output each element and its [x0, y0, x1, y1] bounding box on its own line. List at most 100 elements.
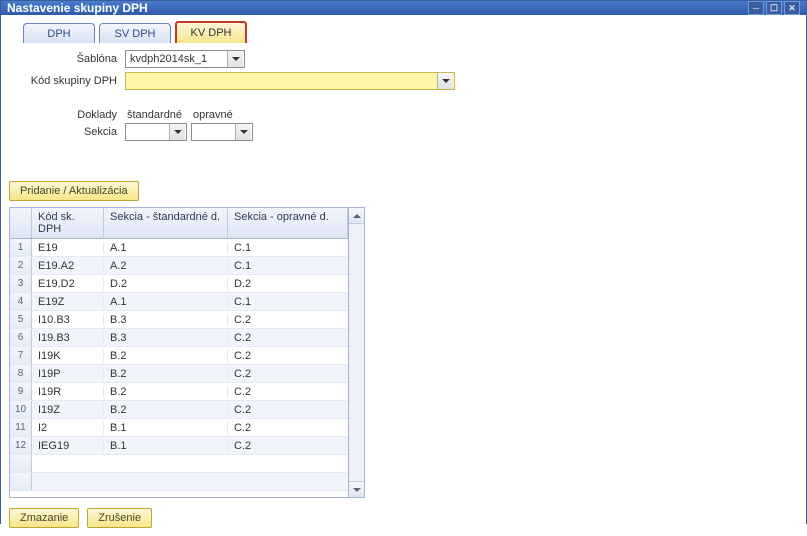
doklady-label: Doklady: [9, 109, 125, 121]
cell-opr: C.1: [228, 242, 348, 254]
cell-kod: E19Z: [32, 296, 104, 308]
minimize-button[interactable]: ─: [748, 1, 764, 15]
tab-sv-dph[interactable]: SV DPH: [99, 23, 171, 43]
cell-opr: C.2: [228, 368, 348, 380]
app-window: Nastavenie skupiny DPH ─ ☐ ✕ DPH SV DPH …: [0, 0, 807, 524]
row-number: 5: [10, 311, 32, 328]
grid-wrap: Kód sk. DPH Sekcia - štandardné d. Sekci…: [9, 207, 798, 498]
window-title: Nastavenie skupiny DPH: [7, 1, 148, 15]
table-row[interactable]: 9I19RB.2C.2: [10, 383, 348, 401]
sekcia-standardne-select[interactable]: [125, 123, 187, 141]
grid-scrollbar[interactable]: [349, 207, 365, 498]
cell-std: A.2: [104, 260, 228, 272]
cell-opr: C.1: [228, 296, 348, 308]
standardne-header: štandardné: [125, 109, 191, 121]
row-number: 10: [10, 401, 32, 418]
grid: Kód sk. DPH Sekcia - štandardné d. Sekci…: [9, 207, 349, 498]
cancel-button[interactable]: Zrušenie: [87, 508, 152, 528]
table-row[interactable]: 4E19ZA.1C.1: [10, 293, 348, 311]
cell-opr: C.2: [228, 422, 348, 434]
cell-std: B.2: [104, 404, 228, 416]
sablona-select[interactable]: kvdph2014sk_1: [125, 50, 245, 68]
table-row[interactable]: .: [10, 473, 348, 491]
button-label: Zrušenie: [98, 512, 141, 524]
grid-header-opr[interactable]: Sekcia - opravné d.: [228, 208, 348, 238]
table-row[interactable]: 10I19ZB.2C.2: [10, 401, 348, 419]
table-row[interactable]: .: [10, 455, 348, 473]
table-row[interactable]: 8I19PB.2C.2: [10, 365, 348, 383]
opravne-header: opravné: [191, 109, 257, 121]
cell-kod: I19Z: [32, 404, 104, 416]
cell-opr: C.2: [228, 440, 348, 452]
table-row[interactable]: 2E19.A2A.2C.1: [10, 257, 348, 275]
row-number: 11: [10, 419, 32, 436]
grid-header-rownum[interactable]: [10, 208, 32, 238]
row-number: 1: [10, 239, 32, 256]
cell-opr: C.2: [228, 386, 348, 398]
cell-opr: D.2: [228, 278, 348, 290]
chevron-down-icon: [227, 51, 243, 67]
cell-std: B.3: [104, 314, 228, 326]
grid-body: 1E19A.1C.12E19.A2A.2C.13E19.D2D.2D.24E19…: [10, 239, 348, 497]
cell-kod: I19P: [32, 368, 104, 380]
row-number: .: [10, 455, 32, 472]
cell-std: B.2: [104, 368, 228, 380]
grid-header: Kód sk. DPH Sekcia - štandardné d. Sekci…: [10, 208, 348, 239]
maximize-button[interactable]: ☐: [766, 1, 782, 15]
form-area: Šablóna kvdph2014sk_1 Kód skupiny DPH Do…: [9, 47, 798, 498]
kod-skupiny-label: Kód skupiny DPH: [9, 75, 125, 87]
cell-std: B.1: [104, 422, 228, 434]
cell-std: D.2: [104, 278, 228, 290]
cell-kod: I2: [32, 422, 104, 434]
scroll-down-button[interactable]: [349, 481, 364, 497]
button-label: Pridanie / Aktualizácia: [20, 185, 128, 197]
cell-kod: I19R: [32, 386, 104, 398]
chevron-down-icon: [353, 488, 361, 492]
scroll-up-button[interactable]: [349, 208, 364, 224]
grid-header-kod[interactable]: Kód sk. DPH: [32, 208, 104, 238]
cell-std: B.2: [104, 386, 228, 398]
cell-opr: C.1: [228, 260, 348, 272]
tab-dph[interactable]: DPH: [23, 23, 95, 43]
delete-button[interactable]: Zmazanie: [9, 508, 79, 528]
add-update-button[interactable]: Pridanie / Aktualizácia: [9, 181, 139, 201]
cell-std: B.1: [104, 440, 228, 452]
chevron-down-icon: [437, 73, 453, 89]
table-row[interactable]: 3E19.D2D.2D.2: [10, 275, 348, 293]
tab-label: DPH: [47, 28, 70, 40]
chevron-down-icon: [235, 124, 251, 140]
row-number: 2: [10, 257, 32, 274]
row-number: 4: [10, 293, 32, 310]
table-row[interactable]: 7I19KB.2C.2: [10, 347, 348, 365]
table-row[interactable]: 1E19A.1C.1: [10, 239, 348, 257]
cell-opr: C.2: [228, 314, 348, 326]
cell-kod: E19: [32, 242, 104, 254]
close-button[interactable]: ✕: [784, 1, 800, 15]
row-number: 12: [10, 437, 32, 454]
cell-kod: I19.B3: [32, 332, 104, 344]
cell-std: A.1: [104, 242, 228, 254]
tab-label: SV DPH: [115, 28, 156, 40]
chevron-up-icon: [353, 214, 361, 218]
cell-opr: C.2: [228, 404, 348, 416]
sekcia-label: Sekcia: [9, 126, 125, 138]
row-number: 6: [10, 329, 32, 346]
grid-header-std[interactable]: Sekcia - štandardné d.: [104, 208, 228, 238]
sekcia-opravne-select[interactable]: [191, 123, 253, 141]
tab-kv-dph[interactable]: KV DPH: [175, 21, 247, 43]
scroll-track[interactable]: [349, 224, 364, 481]
cell-kod: IEG19: [32, 440, 104, 452]
table-row[interactable]: 6I19.B3B.3C.2: [10, 329, 348, 347]
table-row[interactable]: 12IEG19B.1C.2: [10, 437, 348, 455]
cell-std: B.2: [104, 350, 228, 362]
cell-std: B.3: [104, 332, 228, 344]
table-row[interactable]: 5I10.B3B.3C.2: [10, 311, 348, 329]
cell-kod: I19K: [32, 350, 104, 362]
row-number: .: [10, 473, 32, 490]
kod-skupiny-select[interactable]: [125, 72, 455, 90]
window-content: DPH SV DPH KV DPH Šablóna kvdph2014sk_1 …: [1, 15, 806, 536]
cell-kod: E19.A2: [32, 260, 104, 272]
table-row[interactable]: 11I2B.1C.2: [10, 419, 348, 437]
chevron-down-icon: [169, 124, 185, 140]
cell-opr: C.2: [228, 350, 348, 362]
